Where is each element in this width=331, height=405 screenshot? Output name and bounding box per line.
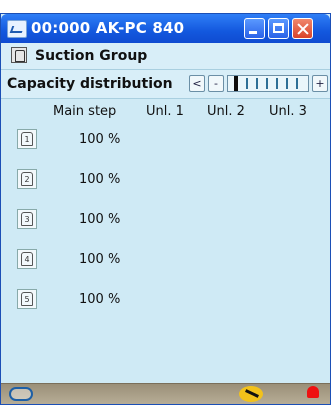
column-header-unl-1: Unl. 1 — [146, 104, 184, 119]
nav-prev-button[interactable]: - — [208, 75, 224, 92]
wrench-icon[interactable] — [239, 386, 263, 402]
table-row: 1 100 % — [1, 129, 330, 155]
slider-tick — [246, 78, 248, 89]
slider-tick — [286, 78, 288, 89]
compressor-step-icon[interactable]: 4 — [17, 249, 37, 269]
column-header-unl-3: Unl. 3 — [269, 104, 307, 119]
slider-tick — [266, 78, 268, 89]
capacity-label: Capacity distribution — [7, 76, 173, 92]
maximize-button[interactable] — [268, 18, 289, 39]
slider-tick — [276, 78, 278, 89]
title-bar[interactable]: 00:000 AK-PC 840 — [1, 14, 330, 43]
slider-tick — [256, 78, 258, 89]
capacity-slider[interactable] — [227, 75, 309, 92]
status-bar — [1, 383, 330, 404]
app-icon — [7, 20, 27, 38]
step-value: 100 % — [79, 172, 121, 187]
minimize-button[interactable] — [244, 18, 265, 39]
nav-first-button[interactable]: < — [189, 75, 205, 92]
step-value: 100 % — [79, 132, 121, 147]
capacity-distribution-bar: Capacity distribution < - + — [1, 70, 330, 99]
close-button[interactable] — [292, 18, 313, 39]
app-window: 00:000 AK-PC 840 Suction Group Capacity … — [0, 13, 331, 405]
group-header: Suction Group — [1, 43, 330, 70]
step-value: 100 % — [79, 292, 121, 307]
slider-tick — [296, 78, 298, 89]
group-title: Suction Group — [35, 48, 148, 64]
step-value: 100 % — [79, 252, 121, 267]
slider-thumb[interactable] — [234, 76, 238, 91]
table-row: 4 100 % — [1, 249, 330, 275]
alarm-bell-icon[interactable] — [307, 386, 319, 398]
table-row: 3 100 % — [1, 209, 330, 235]
nav-next-button[interactable]: + — [312, 75, 328, 92]
compressor-step-icon[interactable]: 1 — [17, 129, 37, 149]
step-value: 100 % — [79, 212, 121, 227]
table-row: 5 100 % — [1, 289, 330, 315]
suction-group-icon[interactable] — [11, 47, 27, 63]
window-title: 00:000 AK-PC 840 — [31, 19, 185, 37]
column-header-main-step: Main step — [53, 104, 117, 119]
table-row: 2 100 % — [1, 169, 330, 195]
compressor-step-icon[interactable]: 2 — [17, 169, 37, 189]
background-window-caption — [0, 0, 331, 13]
compressor-step-icon[interactable]: 3 — [17, 209, 37, 229]
compressor-step-icon[interactable]: 5 — [17, 289, 37, 309]
column-header-unl-2: Unl. 2 — [207, 104, 245, 119]
users-icon[interactable] — [9, 387, 33, 401]
